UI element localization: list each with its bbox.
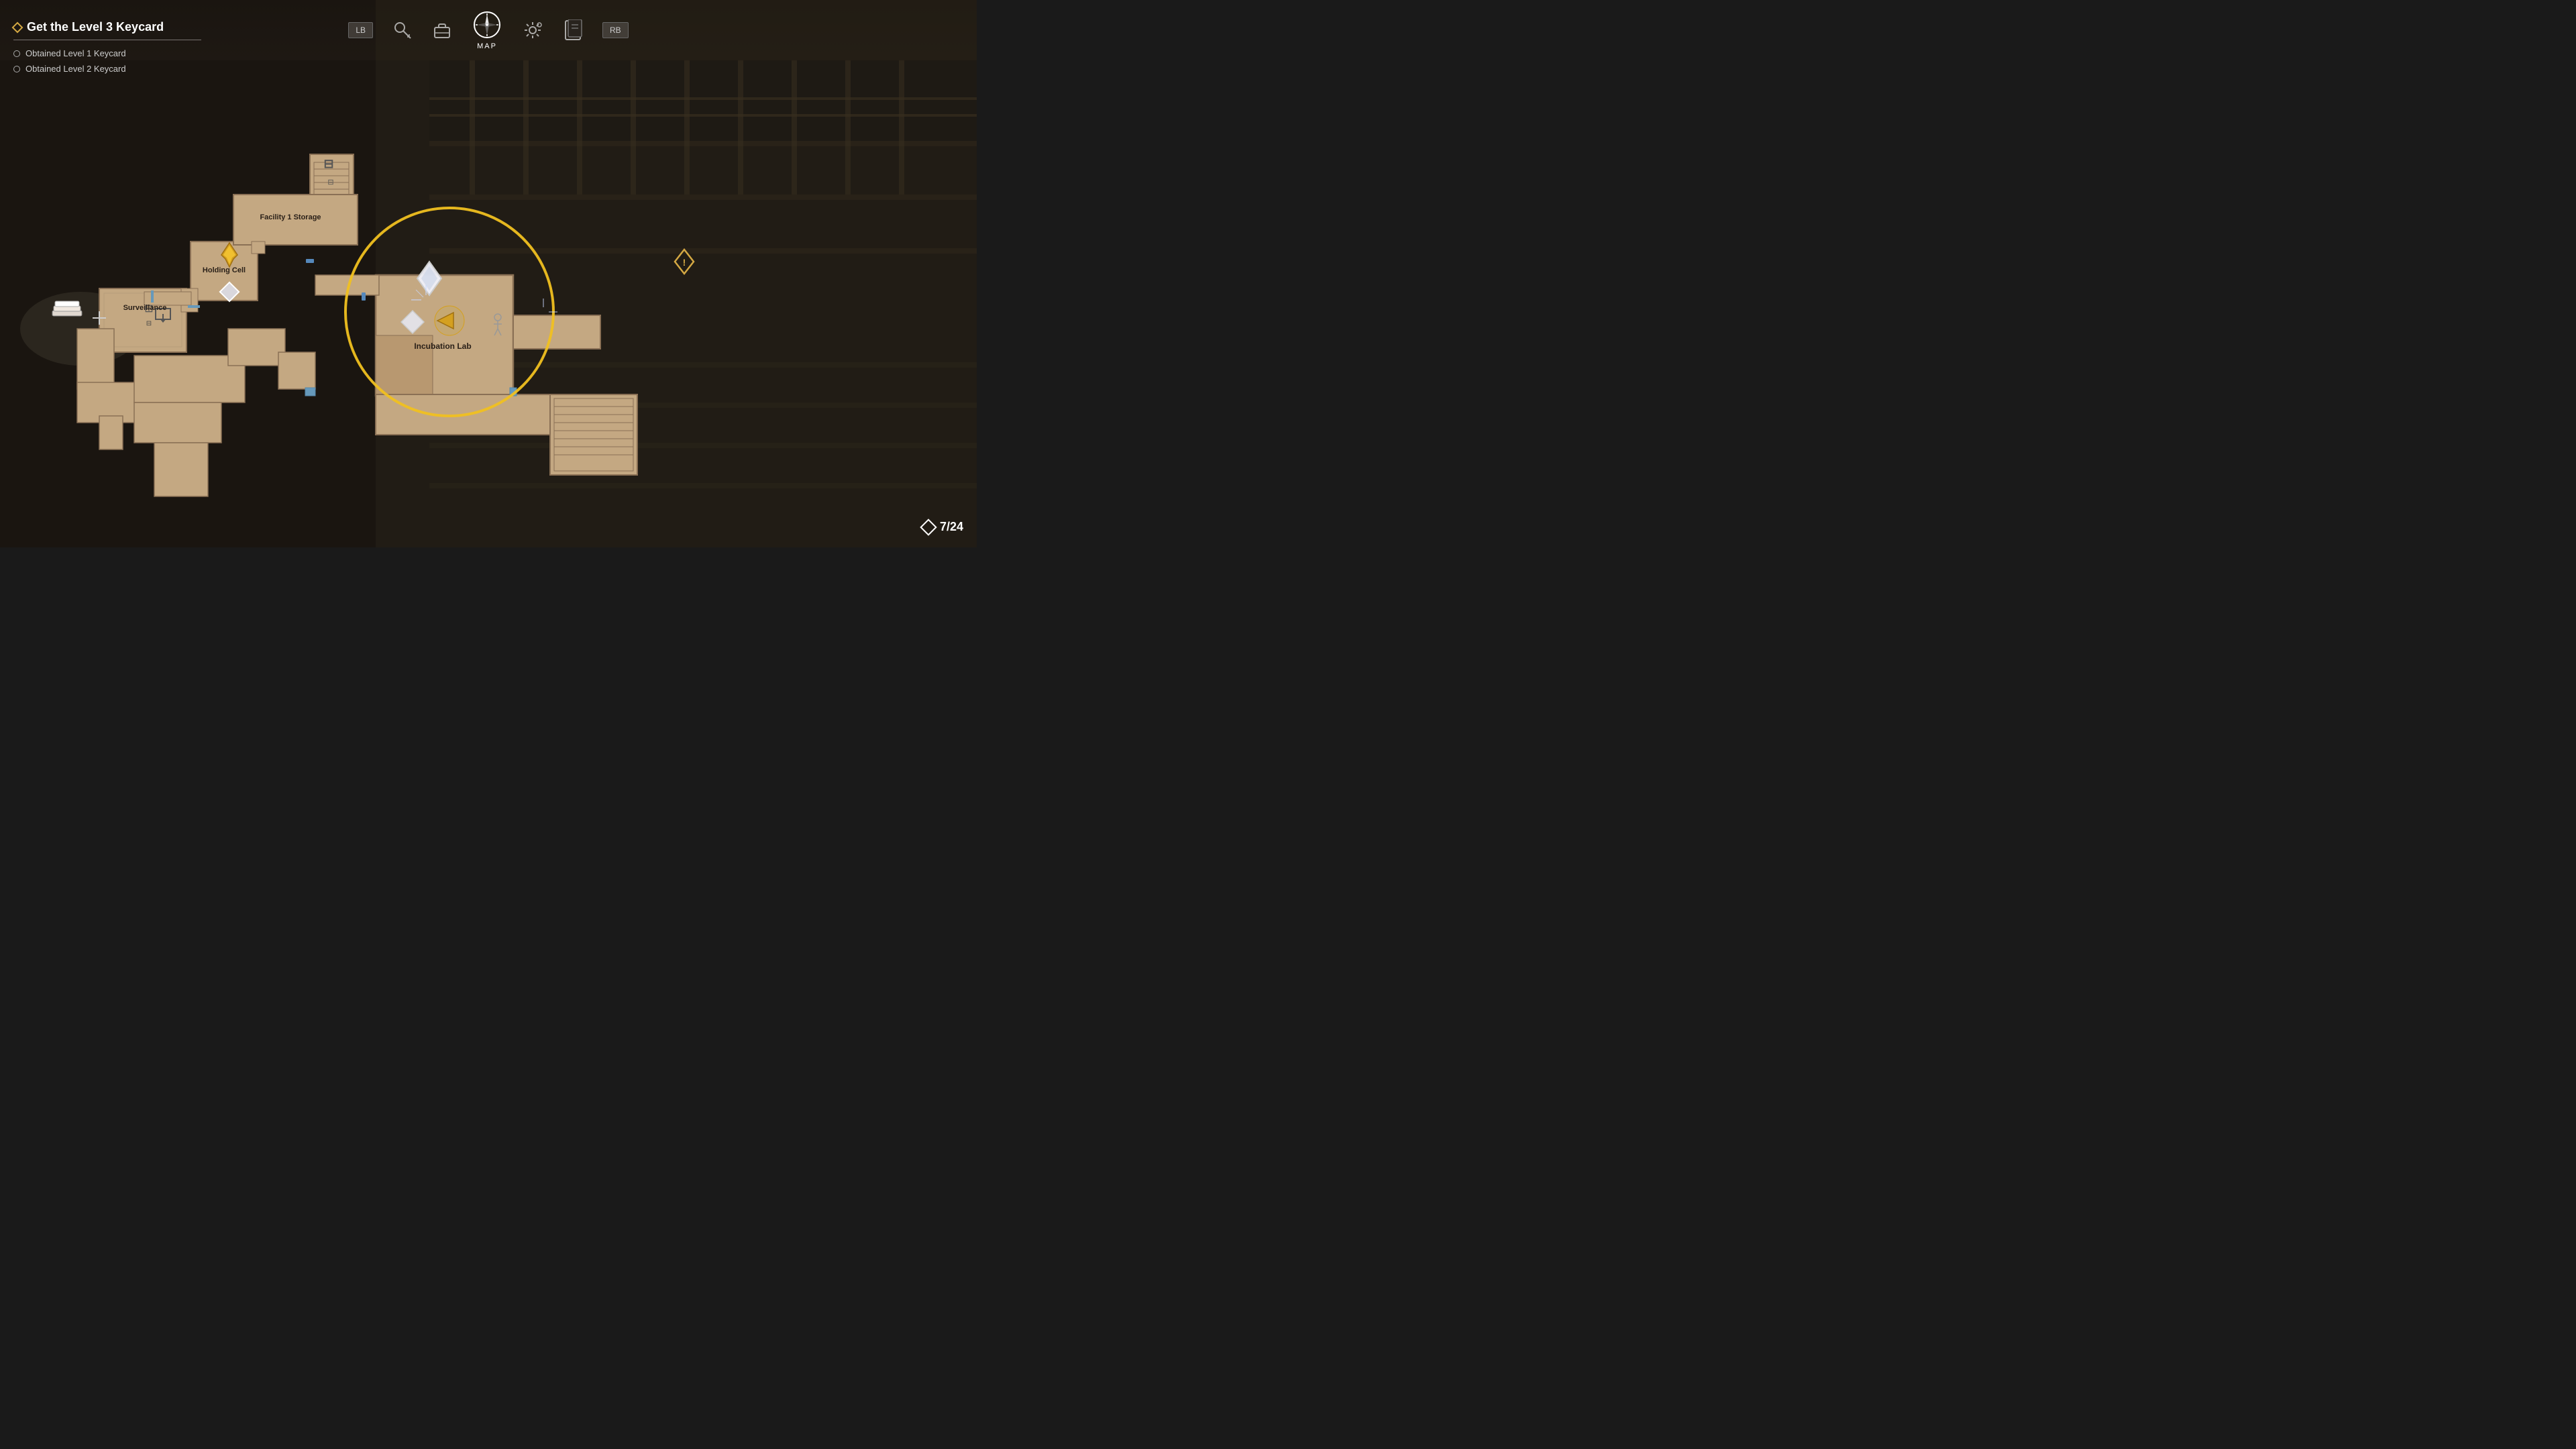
- nav-icon-document[interactable]: [564, 19, 582, 41]
- lb-button[interactable]: LB: [348, 22, 373, 38]
- svg-text:Holding Cell: Holding Cell: [203, 266, 246, 274]
- quest-title-text: Get the Level 3 Keycard: [27, 20, 164, 34]
- obj1-circle: [13, 50, 20, 57]
- svg-text:!: !: [683, 257, 686, 268]
- rb-button[interactable]: RB: [602, 22, 629, 38]
- nav-icon-map-compass[interactable]: MAP: [472, 10, 502, 50]
- map-svg: ⊞ ⊟: [0, 60, 977, 547]
- counter-diamond-icon: [920, 519, 936, 535]
- svg-text:Surveillance: Surveillance: [123, 304, 167, 312]
- obj1-text: Obtained Level 1 Keycard: [25, 48, 126, 58]
- obj2-text: Obtained Level 2 Keycard: [25, 64, 126, 74]
- obj2-circle: [13, 66, 20, 72]
- quest-title: Get the Level 3 Keycard: [13, 20, 201, 40]
- map-container[interactable]: ⊞ ⊟: [0, 60, 977, 547]
- item-counter: 7/24: [922, 520, 963, 534]
- map-label: MAP: [477, 42, 497, 50]
- quest-panel: Get the Level 3 Keycard Obtained Level 1…: [13, 20, 201, 79]
- svg-text:Facility 1 Storage: Facility 1 Storage: [260, 213, 321, 221]
- svg-text:Incubation Lab: Incubation Lab: [414, 341, 471, 351]
- counter-value: 7/24: [940, 520, 963, 534]
- nav-icon-briefcase[interactable]: [432, 21, 452, 40]
- quest-diamond-icon: [12, 21, 23, 33]
- nav-icon-gear[interactable]: [522, 19, 543, 41]
- svg-text:⊟: ⊟: [146, 320, 152, 327]
- svg-text:⊟: ⊟: [323, 157, 333, 170]
- quest-objective-2: Obtained Level 2 Keycard: [13, 64, 201, 74]
- quest-objective-1: Obtained Level 1 Keycard: [13, 48, 201, 58]
- nav-icon-key[interactable]: [393, 21, 412, 40]
- svg-text:⊟: ⊟: [327, 178, 333, 186]
